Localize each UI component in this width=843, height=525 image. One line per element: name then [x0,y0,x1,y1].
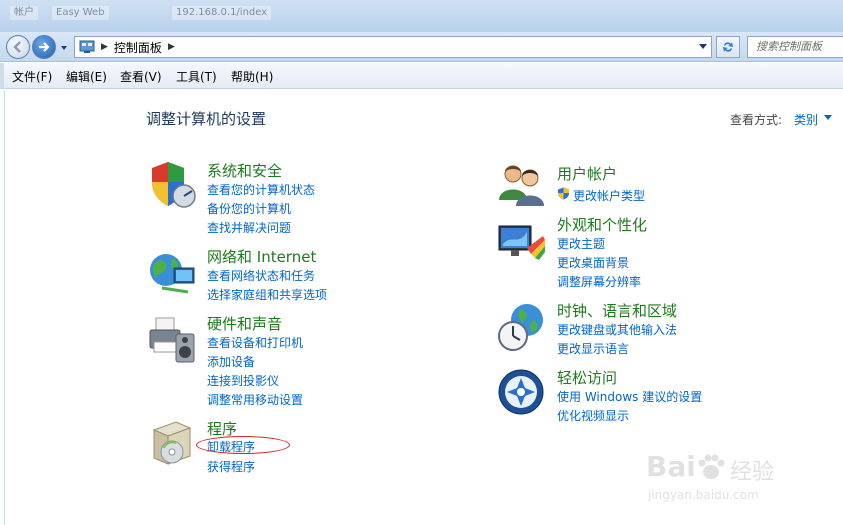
page-title: 调整计算机的设置 [146,110,267,128]
link-mobility-settings[interactable]: 调整常用移动设置 [207,391,303,408]
security-shield-icon[interactable] [148,160,198,210]
monitor-palette-icon[interactable] [497,218,547,268]
link-connect-projector[interactable]: 连接到投影仪 [207,372,279,389]
watermark-brand: Bai [646,450,696,483]
arrow-left-icon [13,41,21,53]
users-icon[interactable] [497,160,547,210]
link-find-fix-problems[interactable]: 查找并解决问题 [207,219,291,236]
link-windows-recommended-settings[interactable]: 使用 Windows 建议的设置 [557,388,702,405]
menu-file[interactable]: 文件(F) [12,68,52,85]
baidu-watermark: Bai 经验 jingyan.baidu.com [644,446,804,508]
forward-button[interactable] [32,35,56,59]
category-network-internet-title[interactable]: 网络和 Internet [207,246,316,267]
category-hardware-sound-title[interactable]: 硬件和声音 [207,313,282,334]
highlight-ellipse [196,436,290,454]
link-homegroup-sharing[interactable]: 选择家庭组和共享选项 [207,286,327,303]
link-desktop-background[interactable]: 更改桌面背景 [557,254,629,271]
menu-view[interactable]: 查看(V) [120,68,162,85]
address-dropdown-icon[interactable] [699,44,707,50]
view-by-dropdown[interactable]: 类别 [794,111,818,128]
link-change-theme[interactable]: 更改主题 [557,235,605,252]
printer-speaker-icon[interactable] [148,314,198,364]
address-box[interactable]: ▶ 控制面板 ▶ [74,36,712,58]
link-change-account-type[interactable]: 更改帐户类型 [573,187,645,204]
category-ease-of-access-title[interactable]: 轻松访问 [557,367,617,388]
menu-help[interactable]: 帮助(H) [231,68,273,85]
menu-edit[interactable]: 编辑(E) [66,68,107,85]
link-get-programs[interactable]: 获得程序 [207,458,255,475]
link-optimize-video-display[interactable]: 优化视频显示 [557,407,629,424]
title-tab[interactable]: 192.168.0.1/index [172,6,272,20]
ease-of-access-icon[interactable] [497,368,547,418]
link-add-device[interactable]: 添加设备 [207,353,255,370]
category-appearance-title[interactable]: 外观和个性化 [557,214,647,235]
clock-globe-icon[interactable] [497,302,547,352]
view-by-label: 查看方式: [730,113,783,127]
network-globe-icon[interactable] [148,248,198,298]
breadcrumb-separator-icon[interactable]: ▶ [168,42,175,52]
paw-icon [698,454,725,479]
programs-box-icon[interactable] [148,418,198,468]
link-screen-resolution[interactable]: 调整屏幕分辨率 [557,273,641,290]
link-backup-computer[interactable]: 备份您的计算机 [207,200,291,217]
link-change-input-method[interactable]: 更改键盘或其他输入法 [557,321,677,338]
view-by-dropdown-icon[interactable] [824,115,832,121]
title-tab[interactable]: Easy Web [52,6,109,20]
breadcrumb-separator-icon[interactable]: ▶ [101,42,108,52]
title-tab[interactable]: 帐户 [10,6,38,20]
address-toolbar: ▶ 控制面板 ▶ 搜索控制面板 [0,32,843,62]
control-panel-icon [79,40,95,53]
breadcrumb-control-panel[interactable]: 控制面板 [114,39,162,56]
link-view-network-status[interactable]: 查看网络状态和任务 [207,267,315,284]
menu-tools[interactable]: 工具(T) [176,68,217,85]
uac-shield-icon [558,187,569,200]
refresh-button[interactable] [716,36,740,58]
arrow-right-icon [39,42,50,52]
refresh-icon [723,42,733,52]
link-change-display-language[interactable]: 更改显示语言 [557,340,629,357]
category-system-security-title[interactable]: 系统和安全 [207,160,282,181]
search-input[interactable]: 搜索控制面板 [747,36,843,58]
title-bar: 帐户 Easy Web 192.168.0.1/index [0,0,843,32]
back-button[interactable] [6,35,30,59]
menu-bar: 文件(F) 编辑(E) 查看(V) 工具(T) 帮助(H) [0,63,843,89]
watermark-suffix: 经验 [730,460,775,485]
history-dropdown-icon[interactable] [60,44,68,52]
watermark-url: jingyan.baidu.com [648,488,759,502]
link-devices-printers[interactable]: 查看设备和打印机 [207,334,303,351]
category-user-accounts-title[interactable]: 用户帐户 [557,163,617,184]
category-clock-region-title[interactable]: 时钟、语言和区域 [557,300,677,321]
link-view-computer-status[interactable]: 查看您的计算机状态 [207,181,315,198]
